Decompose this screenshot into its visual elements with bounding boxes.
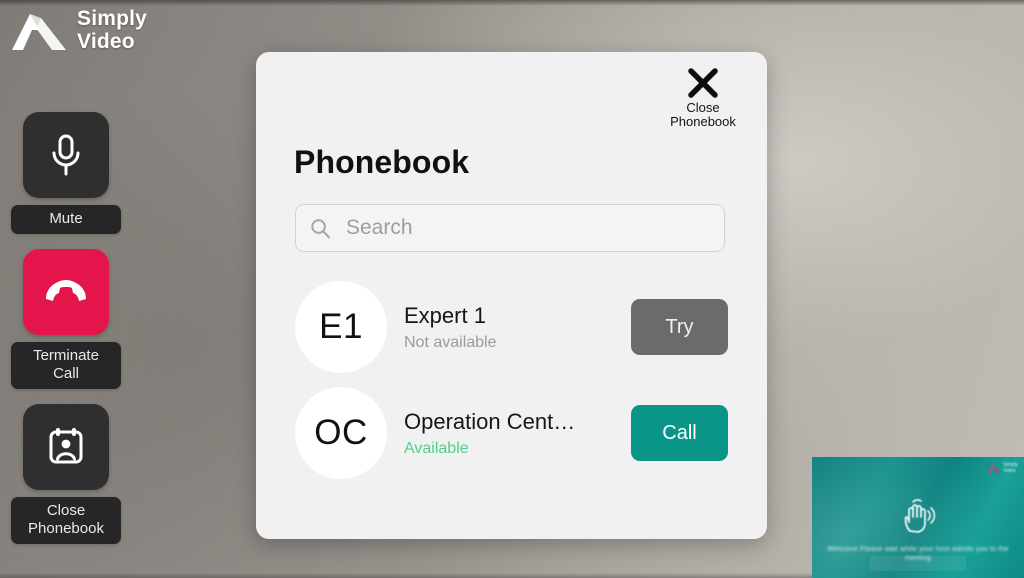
control-close-phonebook[interactable]: Close Phonebook bbox=[0, 404, 132, 544]
brand-line-2: Video bbox=[77, 30, 135, 53]
app-logo: Simply Video bbox=[10, 8, 147, 54]
contact-card-icon bbox=[49, 428, 83, 464]
try-call-button[interactable]: Try bbox=[631, 299, 728, 355]
contact-name: Operation Cent… bbox=[404, 408, 576, 434]
waving-hand-icon bbox=[904, 499, 936, 533]
pip-logo-text: Simply Video bbox=[1002, 462, 1018, 474]
close-x-icon bbox=[688, 68, 718, 98]
self-view-pip[interactable]: Simply Video Welcome Please wait while y… bbox=[812, 457, 1024, 578]
call-button[interactable]: Call bbox=[631, 405, 728, 461]
search-input[interactable] bbox=[344, 215, 710, 241]
control-terminate-call[interactable]: Terminate Call bbox=[0, 249, 132, 389]
terminate-call-button[interactable] bbox=[23, 249, 109, 335]
brand-line-1: Simply bbox=[77, 7, 148, 31]
call-screen: Simply Video Mute Terminate Call Close P… bbox=[0, 0, 1024, 578]
contact-list: E1 Expert 1 Not available Try OC Operati… bbox=[256, 274, 767, 486]
close-phonebook-button[interactable] bbox=[23, 404, 109, 490]
pip-logo: Simply Video bbox=[988, 462, 1018, 474]
contact-info: Operation Cent… Available bbox=[404, 409, 631, 458]
phonebook-dialog: Close Phonebook Phonebook E1 Expert 1 No… bbox=[256, 52, 767, 539]
close-phonebook-dialog-caption: Close Phonebook bbox=[670, 100, 736, 129]
contact-row-expert-1[interactable]: E1 Expert 1 Not available Try bbox=[256, 274, 767, 380]
pip-lower-bar bbox=[870, 556, 966, 571]
close-phonebook-label: Close Phonebook bbox=[11, 497, 121, 544]
status-badge: Not available bbox=[404, 333, 497, 351]
status-badge: Available bbox=[404, 439, 469, 457]
simplyvideo-mountain-logo-icon bbox=[12, 14, 66, 50]
close-phonebook-dialog-button[interactable]: Close Phonebook bbox=[655, 66, 751, 129]
contact-info: Expert 1 Not available bbox=[404, 303, 631, 352]
simplyvideo-mark-icon bbox=[988, 464, 1000, 473]
search-field[interactable] bbox=[295, 204, 725, 252]
brand-text: Simply Video bbox=[77, 8, 147, 53]
avatar: E1 bbox=[295, 281, 387, 373]
control-mute[interactable]: Mute bbox=[0, 112, 132, 234]
page-title: Phonebook bbox=[294, 144, 470, 180]
call-controls-rail: Mute Terminate Call Close Phonebook bbox=[0, 112, 142, 559]
mute-button[interactable] bbox=[23, 112, 109, 198]
search-icon bbox=[311, 218, 330, 238]
mute-label: Mute bbox=[11, 205, 121, 234]
contact-name: Expert 1 bbox=[404, 302, 486, 328]
microphone-icon bbox=[52, 134, 80, 176]
terminate-call-label: Terminate Call bbox=[11, 342, 121, 389]
contact-row-operation-centre[interactable]: OC Operation Cent… Available Call bbox=[256, 380, 767, 486]
avatar: OC bbox=[295, 387, 387, 479]
hangup-phone-icon bbox=[46, 280, 86, 301]
